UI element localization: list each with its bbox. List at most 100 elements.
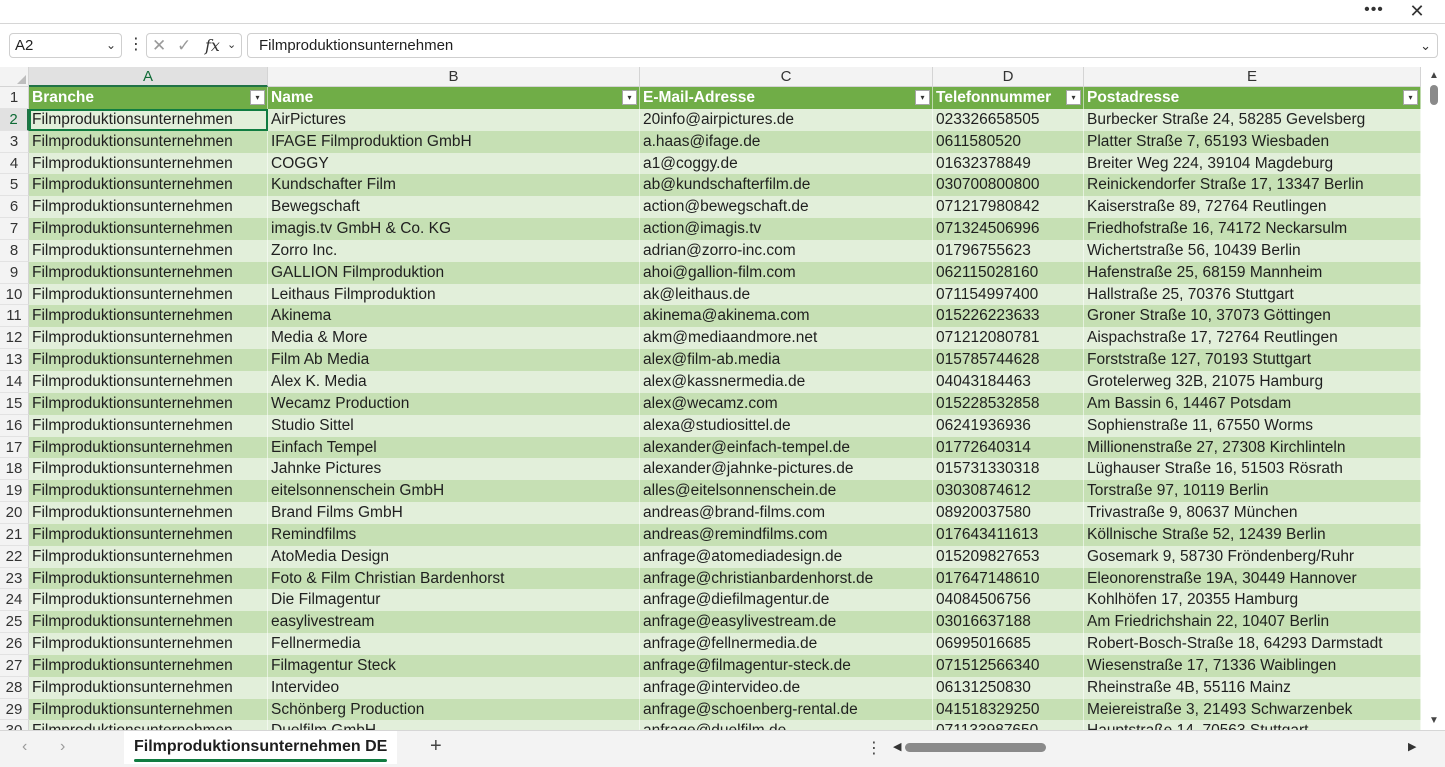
column-header-c[interactable]: C: [640, 67, 933, 87]
row-header[interactable]: 25: [0, 611, 29, 634]
row-header[interactable]: 10: [0, 283, 29, 306]
cell-name[interactable]: Filmagentur Steck: [268, 654, 640, 677]
cell-email[interactable]: anfrage@christianbardenhorst.de: [640, 567, 933, 590]
cell-email[interactable]: action@bewegschaft.de: [640, 196, 933, 219]
cell-postadresse[interactable]: Breiter Weg 224, 39104 Magdeburg: [1084, 152, 1421, 175]
cell-postadresse[interactable]: Gosemark 9, 58730 Fröndenberg/Ruhr: [1084, 545, 1421, 568]
row-header[interactable]: 2: [0, 108, 29, 131]
row-header[interactable]: 13: [0, 349, 29, 371]
cell-postadresse[interactable]: Kaiserstraße 89, 72764 Reutlingen: [1084, 196, 1421, 219]
filter-dropdown-icon[interactable]: ▾: [622, 90, 637, 105]
select-all-button[interactable]: [0, 67, 29, 87]
cell-name[interactable]: GALLION Filmproduktion: [268, 261, 640, 284]
cell-email[interactable]: adrian@zorro-inc.com: [640, 239, 933, 262]
row-header[interactable]: 7: [0, 218, 29, 240]
row-header[interactable]: 17: [0, 436, 29, 459]
cell-branche[interactable]: Filmproduktionsunternehmen: [29, 654, 268, 677]
cell-name[interactable]: Media & More: [268, 327, 640, 350]
cell-name[interactable]: Duelfilm GmbH: [268, 720, 640, 730]
cell-telefon[interactable]: 071212080781: [933, 327, 1084, 350]
row-header[interactable]: 16: [0, 414, 29, 437]
cell-name[interactable]: Fellnermedia: [268, 633, 640, 655]
header-cell[interactable]: Postadresse ▾: [1084, 87, 1421, 109]
scroll-left-icon[interactable]: ◀: [893, 740, 901, 753]
cell-email[interactable]: 20info@airpictures.de: [640, 108, 933, 131]
cell-postadresse[interactable]: Platter Straße 7, 65193 Wiesbaden: [1084, 130, 1421, 153]
cell-postadresse[interactable]: Burbecker Straße 24, 58285 Gevelsberg: [1084, 108, 1421, 131]
cell-telefon[interactable]: 015228532858: [933, 392, 1084, 415]
cell-telefon[interactable]: 030700800800: [933, 174, 1084, 197]
cell-branche[interactable]: Filmproduktionsunternehmen: [29, 720, 268, 730]
cell-postadresse[interactable]: Forststraße 127, 70193 Stuttgart: [1084, 349, 1421, 371]
cell-telefon[interactable]: 023326658505: [933, 108, 1084, 131]
row-header[interactable]: 29: [0, 698, 29, 721]
cell-branche[interactable]: Filmproduktionsunternehmen: [29, 130, 268, 153]
cell-email[interactable]: anfrage@intervideo.de: [640, 676, 933, 699]
cell-telefon[interactable]: 01632378849: [933, 152, 1084, 175]
cell-name[interactable]: AtoMedia Design: [268, 545, 640, 568]
chevron-down-icon[interactable]: ⌄: [106, 34, 116, 57]
cell-branche[interactable]: Filmproduktionsunternehmen: [29, 567, 268, 590]
cell-telefon[interactable]: 04043184463: [933, 370, 1084, 393]
cell-telefon[interactable]: 015209827653: [933, 545, 1084, 568]
cell-postadresse[interactable]: Friedhofstraße 16, 74172 Neckarsulm: [1084, 218, 1421, 240]
cell-telefon[interactable]: 071324506996: [933, 218, 1084, 240]
cell-name[interactable]: Schönberg Production: [268, 698, 640, 721]
cell-branche[interactable]: Filmproduktionsunternehmen: [29, 218, 268, 240]
row-header[interactable]: 23: [0, 567, 29, 590]
name-box[interactable]: A2 ⌄: [9, 33, 122, 58]
cell-postadresse[interactable]: Eleonorenstraße 19A, 30449 Hannover: [1084, 567, 1421, 590]
cell-branche[interactable]: Filmproduktionsunternehmen: [29, 436, 268, 459]
horizontal-scroll-thumb[interactable]: [905, 743, 1046, 752]
header-cell[interactable]: Branche ▾: [29, 87, 268, 109]
add-sheet-icon[interactable]: +: [430, 735, 442, 758]
cell-branche[interactable]: Filmproduktionsunternehmen: [29, 174, 268, 197]
more-options-button[interactable]: •••: [1361, 0, 1387, 23]
cell-branche[interactable]: Filmproduktionsunternehmen: [29, 392, 268, 415]
formula-bar-options-icon[interactable]: ⋮: [128, 36, 144, 54]
enter-icon[interactable]: ✓: [177, 34, 191, 57]
row-header[interactable]: 6: [0, 196, 29, 219]
row-header[interactable]: 15: [0, 392, 29, 415]
cell-telefon[interactable]: 06241936936: [933, 414, 1084, 437]
cell-name[interactable]: Intervideo: [268, 676, 640, 699]
cell-telefon[interactable]: 015785744628: [933, 349, 1084, 371]
cell-name[interactable]: imagis.tv GmbH & Co. KG: [268, 218, 640, 240]
row-header[interactable]: 28: [0, 676, 29, 699]
cell-postadresse[interactable]: Grotelerweg 32B, 21075 Hamburg: [1084, 370, 1421, 393]
cell-postadresse[interactable]: Meiereistraße 3, 21493 Schwarzenbek: [1084, 698, 1421, 721]
filter-dropdown-icon[interactable]: ▾: [250, 90, 265, 105]
row-header[interactable]: 26: [0, 633, 29, 655]
cell-telefon[interactable]: 015731330318: [933, 458, 1084, 481]
cell-postadresse[interactable]: Wichertstraße 56, 10439 Berlin: [1084, 239, 1421, 262]
cell-telefon[interactable]: 01796755623: [933, 239, 1084, 262]
row-header[interactable]: 11: [0, 305, 29, 328]
cell-branche[interactable]: Filmproduktionsunternehmen: [29, 523, 268, 546]
cell-email[interactable]: anfrage@fellnermedia.de: [640, 633, 933, 655]
cell-postadresse[interactable]: Kohlhöfen 17, 20355 Hamburg: [1084, 589, 1421, 612]
cell-name[interactable]: Kundschafter Film: [268, 174, 640, 197]
cell-email[interactable]: ab@kundschafterfilm.de: [640, 174, 933, 197]
insert-function-icon[interactable]: fx: [205, 34, 220, 57]
cell-postadresse[interactable]: Sophienstraße 11, 67550 Worms: [1084, 414, 1421, 437]
cell-email[interactable]: a.haas@ifage.de: [640, 130, 933, 153]
header-cell[interactable]: E-Mail-Adresse ▾: [640, 87, 933, 109]
cell-telefon[interactable]: 0611580520: [933, 130, 1084, 153]
close-button[interactable]: ✕: [1403, 0, 1431, 23]
cell-email[interactable]: anfrage@schoenberg-rental.de: [640, 698, 933, 721]
cell-email[interactable]: a1@coggy.de: [640, 152, 933, 175]
cell-branche[interactable]: Filmproduktionsunternehmen: [29, 502, 268, 524]
cell-branche[interactable]: Filmproduktionsunternehmen: [29, 305, 268, 328]
cell-branche[interactable]: Filmproduktionsunternehmen: [29, 152, 268, 175]
cell-branche[interactable]: Filmproduktionsunternehmen: [29, 676, 268, 699]
cell-branche[interactable]: Filmproduktionsunternehmen: [29, 370, 268, 393]
cell-telefon[interactable]: 017643411613: [933, 523, 1084, 546]
cell-postadresse[interactable]: Hauptstraße 14, 70563 Stuttgart: [1084, 720, 1421, 730]
cell-name[interactable]: Remindfilms: [268, 523, 640, 546]
cell-telefon[interactable]: 03016637188: [933, 611, 1084, 634]
row-header[interactable]: 24: [0, 589, 29, 612]
cell-email[interactable]: alexander@einfach-tempel.de: [640, 436, 933, 459]
cell-telefon[interactable]: 04084506756: [933, 589, 1084, 612]
cell-postadresse[interactable]: Reinickendorfer Straße 17, 13347 Berlin: [1084, 174, 1421, 197]
cell-telefon[interactable]: 06995016685: [933, 633, 1084, 655]
